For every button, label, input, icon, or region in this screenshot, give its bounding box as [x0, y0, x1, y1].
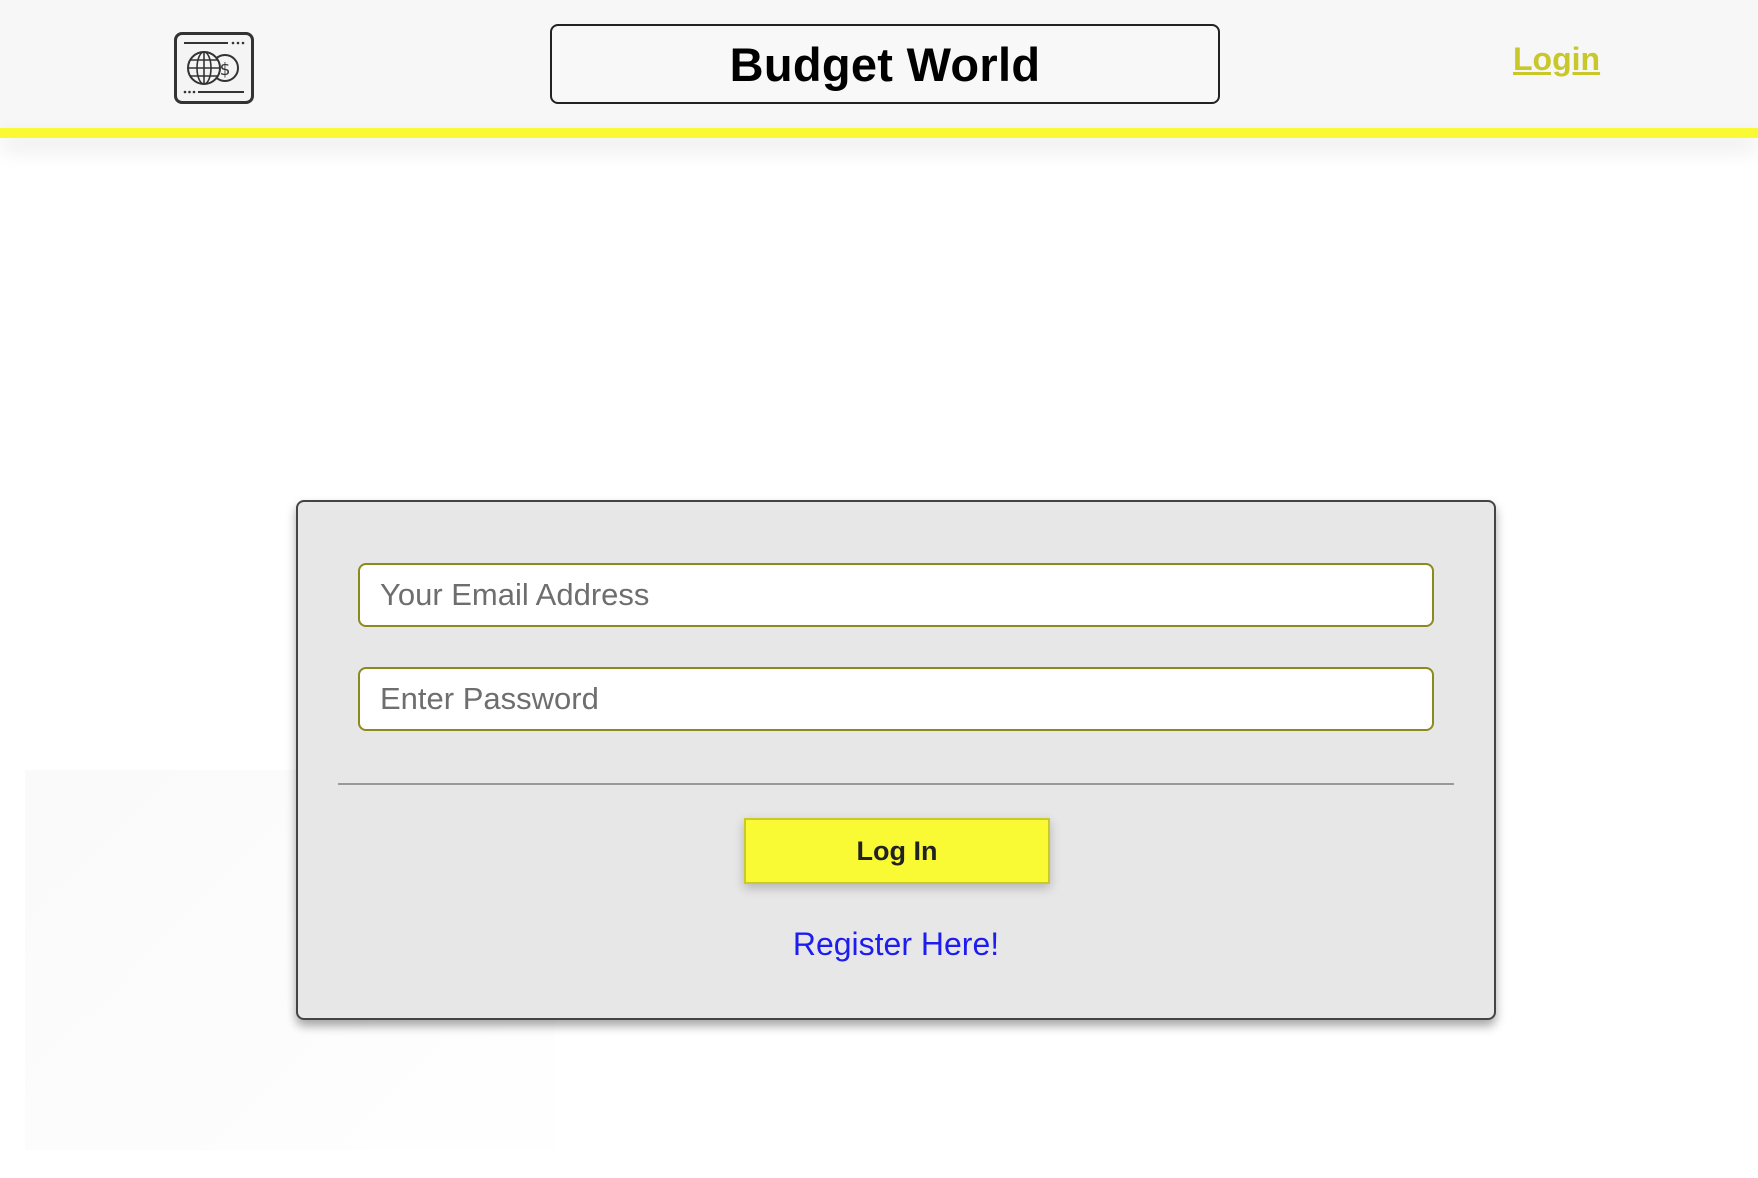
password-input[interactable] [358, 667, 1434, 731]
svg-text:$: $ [220, 60, 231, 80]
log-in-button[interactable]: Log In [744, 818, 1050, 884]
form-divider [338, 783, 1454, 785]
register-link[interactable]: Register Here! [793, 926, 999, 962]
register-link-row: Register Here! [298, 926, 1494, 963]
login-card: Log In Register Here! [296, 500, 1496, 1020]
globe-dollar-card-icon[interactable]: $ [174, 32, 254, 104]
site-title: Budget World [729, 37, 1041, 91]
site-header: $ Budget World Login [0, 0, 1758, 128]
nav-login-link[interactable]: Login [1513, 41, 1600, 78]
email-input[interactable] [358, 563, 1434, 627]
header-accent-stripe [0, 128, 1758, 138]
logo-graphic: $ [183, 41, 245, 94]
site-title-box: Budget World [550, 24, 1220, 104]
